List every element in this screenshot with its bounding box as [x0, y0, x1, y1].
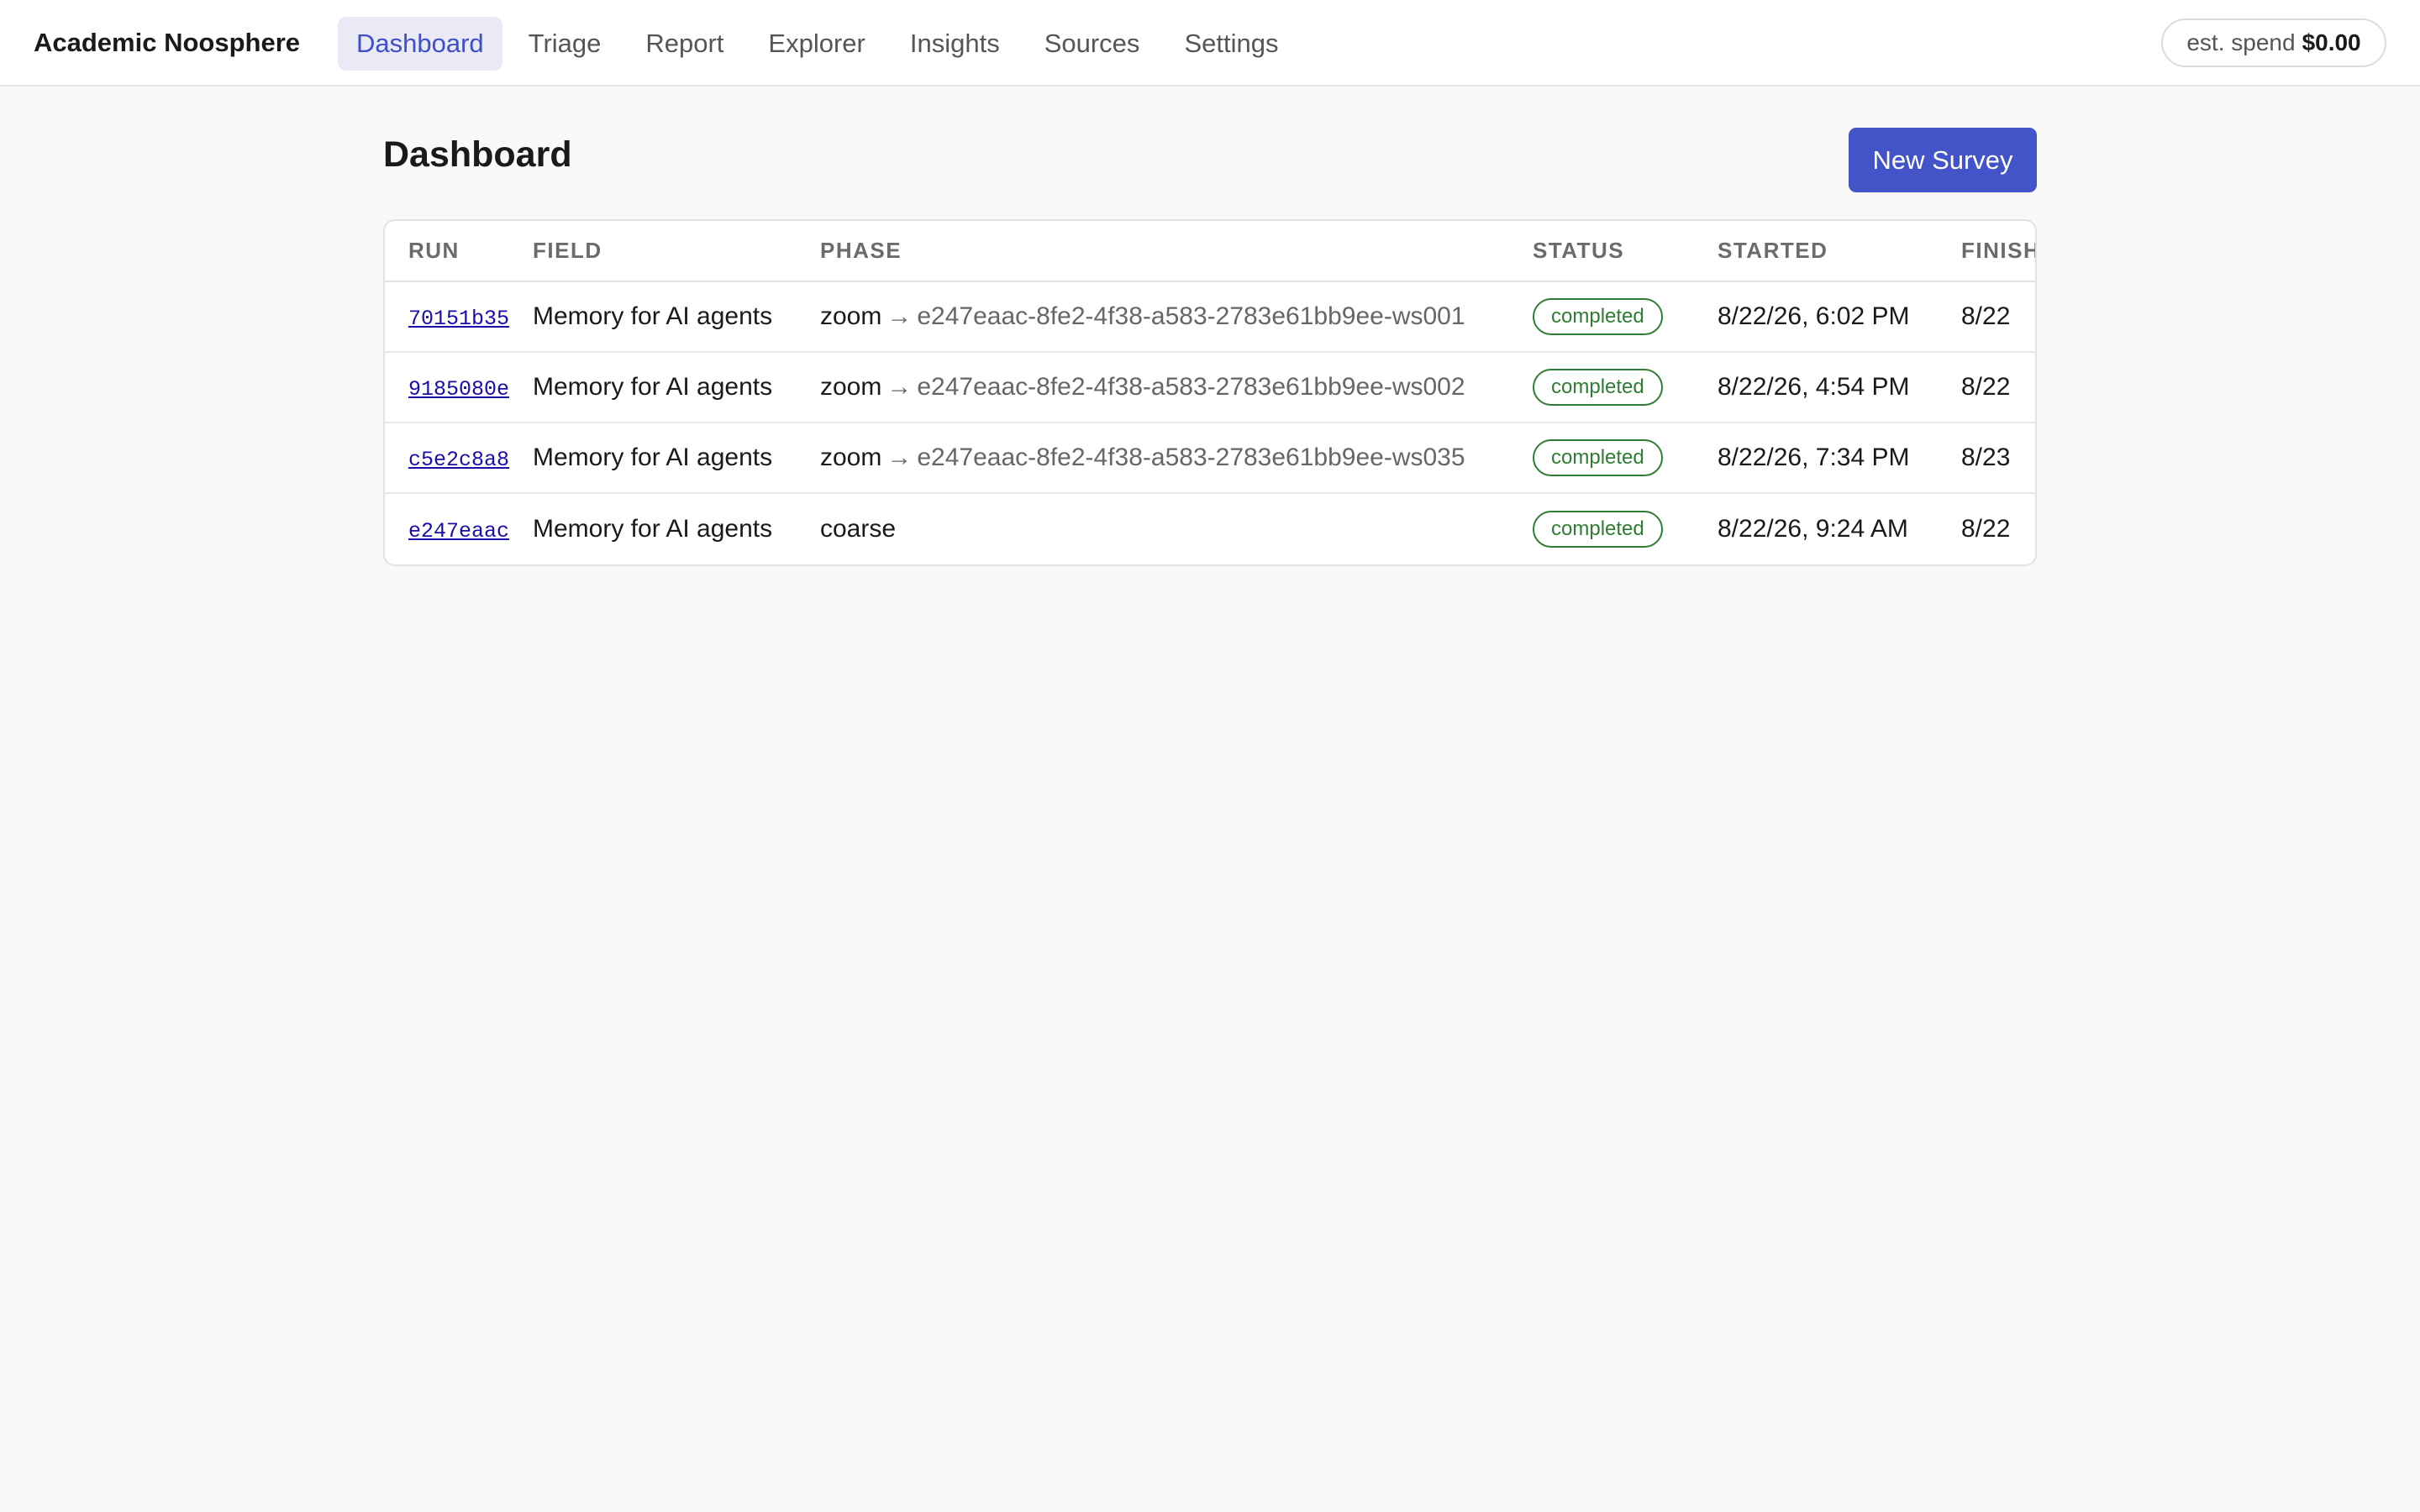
column-header-run: Run: [385, 221, 533, 282]
status-badge: completed: [1533, 510, 1663, 548]
phase-name: zoom: [820, 373, 882, 401]
finished-cell: 8/22: [1961, 352, 2035, 423]
column-header-field: Field: [533, 221, 820, 282]
column-header-status: Status: [1533, 221, 1718, 282]
runs-table-container[interactable]: Run Field Phase Status Started Finished …: [383, 219, 2037, 566]
column-header-phase: Phase: [820, 221, 1533, 282]
status-badge: completed: [1533, 369, 1663, 406]
main-nav: Dashboard Triage Report Explorer Insight…: [338, 17, 1304, 71]
arrow-right-icon: →: [886, 302, 913, 330]
table-row: e247eaac Memory for AI agents coarse com…: [385, 493, 2035, 564]
new-survey-button[interactable]: New Survey: [1849, 128, 2037, 192]
started-cell: 8/22/26, 6:02 PM: [1718, 281, 1961, 353]
run-link[interactable]: 9185080e: [408, 377, 509, 402]
status-cell: completed: [1533, 423, 1718, 494]
field-cell: Memory for AI agents: [533, 281, 820, 353]
finished-cell: 8/22: [1961, 281, 2035, 353]
phase-cell: coarse: [820, 493, 1533, 564]
field-cell: Memory for AI agents: [533, 514, 773, 543]
phase-name: coarse: [820, 514, 897, 543]
status-cell: completed: [1533, 493, 1718, 564]
phase-cell: zoom → e247eaac-8fe2-4f38-a583-2783e61bb9e…: [820, 423, 1533, 494]
table-row: 9185080e Memory for AI agents zoom → e247e…: [385, 352, 2035, 423]
nav-tab-triage[interactable]: Triage: [510, 17, 620, 71]
phase-cell: zoom → e247eaac-8fe2-4f38-a583-2783e61bb9e…: [820, 281, 1533, 353]
top-navigation-bar: Academic Noosphere Dashboard Triage Repo…: [0, 0, 2420, 87]
status-badge: completed: [1533, 298, 1663, 335]
status-badge: completed: [1533, 439, 1663, 476]
run-link[interactable]: c5e2c8a8: [408, 448, 509, 472]
phase-name: zoom: [820, 302, 882, 330]
arrow-right-icon: →: [886, 373, 913, 401]
phase-target: e247eaac-8fe2-4f38-a583-2783e61bb9ee-ws0…: [917, 302, 1465, 330]
started-cell: 8/22/26, 9:24 AM: [1718, 514, 1908, 543]
finished-cell: 8/23: [1961, 423, 2035, 494]
status-cell: completed: [1533, 281, 1718, 353]
field-cell: Memory for AI agents: [533, 352, 820, 423]
app-title: Academic Noosphere: [34, 27, 300, 57]
phase-target: e247eaac-8fe2-4f38-a583-2783e61bb9ee-ws0…: [917, 444, 1465, 471]
phase-cell: zoom → e247eaac-8fe2-4f38-a583-2783e61bb9e…: [820, 352, 1533, 423]
column-header-started: Started: [1718, 221, 1961, 282]
page-title: Dashboard: [383, 134, 572, 175]
finished-cell: 8/22: [1961, 514, 2011, 543]
run-link[interactable]: 70151b35: [408, 307, 509, 331]
table-header-row: Run Field Phase Status Started Finished: [385, 221, 2035, 282]
runs-table: Run Field Phase Status Started Finished …: [385, 221, 2035, 564]
phase-target: e247eaac-8fe2-4f38-a583-2783e61bb9ee-ws0…: [917, 373, 1465, 401]
nav-tab-report[interactable]: Report: [627, 17, 742, 71]
spend-label: est. spend: [2186, 29, 2296, 55]
phase-name: zoom: [820, 444, 882, 471]
column-header-finished: Finished: [1961, 221, 2035, 282]
table-row: c5e2c8a8 Memory for AI agents zoom → e247e…: [385, 423, 2035, 494]
run-link[interactable]: e247eaac: [408, 519, 509, 543]
nav-tab-explorer[interactable]: Explorer: [750, 17, 883, 71]
table-row: 70151b35 Memory for AI agents zoom → e247e…: [385, 281, 2035, 353]
started-cell: 8/22/26, 7:34 PM: [1718, 423, 1961, 494]
arrow-right-icon: →: [886, 444, 913, 471]
nav-tab-settings[interactable]: Settings: [1165, 17, 1297, 71]
spend-indicator: est. spend $0.00: [2161, 18, 2386, 67]
nav-tab-insights[interactable]: Insights: [892, 17, 1018, 71]
nav-tab-dashboard[interactable]: Dashboard: [338, 17, 502, 71]
started-cell: 8/22/26, 4:54 PM: [1718, 352, 1961, 423]
field-cell: Memory for AI agents: [533, 423, 820, 494]
status-cell: completed: [1533, 352, 1718, 423]
nav-tab-sources[interactable]: Sources: [1026, 17, 1159, 71]
spend-value: $0.00: [2302, 29, 2361, 55]
